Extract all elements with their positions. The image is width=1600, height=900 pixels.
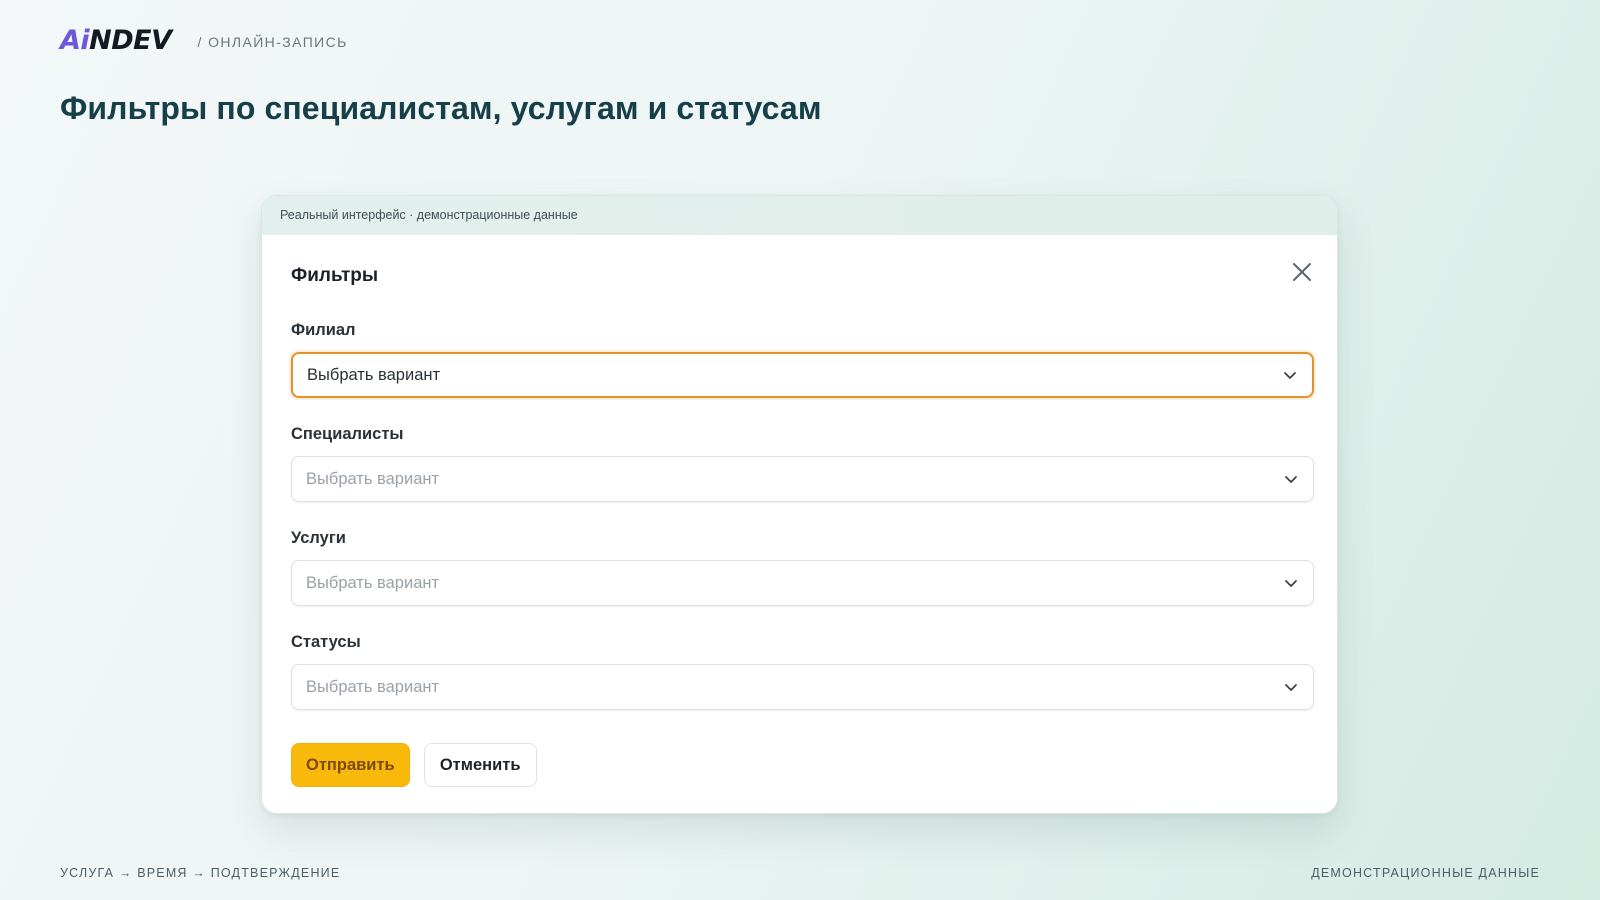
footer-demo-note: ДЕМОНСТРАЦИОННЫЕ ДАННЫЕ (1311, 866, 1540, 880)
frame-caption: Реальный интерфейс · демонстрационные да… (262, 196, 1337, 235)
logo-ai: Ai (60, 25, 90, 56)
interface-frame: Реальный интерфейс · демонстрационные да… (261, 195, 1338, 814)
chevron-down-icon (1285, 684, 1297, 691)
filters-modal: Фильтры Филиал Выбрать вариант Специалис… (262, 235, 1337, 813)
statuses-select[interactable]: Выбрать вариант (291, 664, 1314, 710)
chevron-down-icon (1285, 476, 1297, 483)
branch-select[interactable]: Выбрать вариант (291, 352, 1314, 398)
header: Ai NDEV / ОНЛАЙН-ЗАПИСЬ (60, 26, 348, 54)
chevron-down-icon (1284, 372, 1296, 379)
cancel-button[interactable]: Отменить (423, 743, 537, 787)
close-icon[interactable] (1289, 259, 1315, 285)
branch-select-value: Выбрать вариант (307, 365, 441, 384)
modal-actions: Отправить Отменить (291, 743, 537, 787)
statuses-select-placeholder: Выбрать вариант (306, 677, 440, 696)
field-branch: Филиал Выбрать вариант (291, 321, 1316, 398)
brand-logo[interactable]: Ai NDEV (60, 26, 172, 54)
modal-title: Фильтры (291, 265, 379, 286)
field-services: Услуги Выбрать вариант (291, 529, 1316, 606)
services-select[interactable]: Выбрать вариант (291, 560, 1314, 606)
footer-steps: УСЛУГА → ВРЕМЯ → ПОДТВЕРЖДЕНИЕ (60, 866, 341, 880)
services-select-placeholder: Выбрать вариант (306, 573, 440, 592)
field-specialists: Специалисты Выбрать вариант (291, 425, 1316, 502)
field-label-statuses: Статусы (291, 633, 361, 651)
breadcrumb: / ОНЛАЙН-ЗАПИСЬ (197, 34, 348, 50)
field-label-specialists: Специалисты (291, 425, 404, 443)
chevron-down-icon (1285, 580, 1297, 587)
logo-rest: NDEV (89, 25, 172, 56)
specialists-select[interactable]: Выбрать вариант (291, 456, 1314, 502)
field-label-branch: Филиал (291, 321, 356, 339)
submit-button[interactable]: Отправить (291, 743, 410, 787)
page-title: Фильтры по специалистам, услугам и стату… (60, 90, 822, 126)
specialists-select-placeholder: Выбрать вариант (306, 469, 440, 488)
field-statuses: Статусы Выбрать вариант (291, 633, 1316, 710)
field-label-services: Услуги (291, 529, 346, 547)
